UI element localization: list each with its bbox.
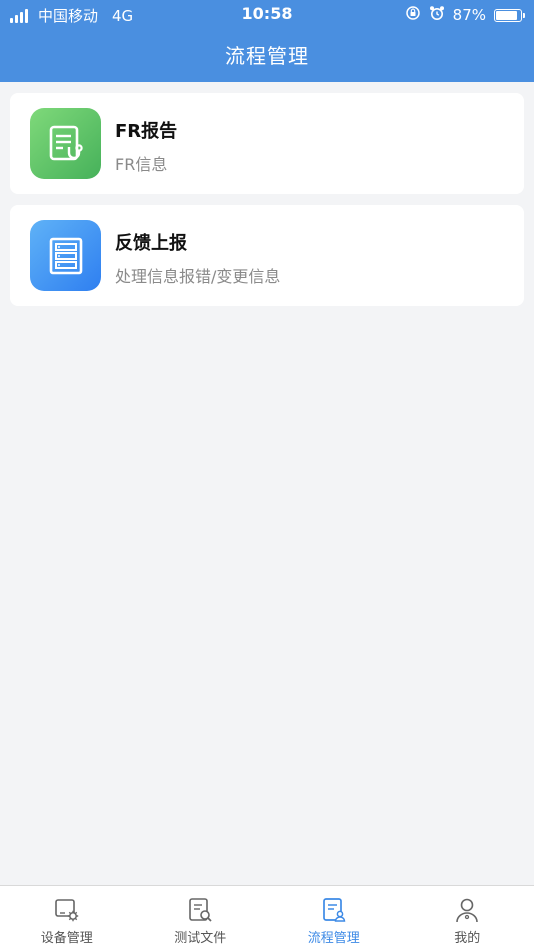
signal-strength-icon <box>10 8 28 23</box>
app-header: 中国移动 4G 10:58 87% 流程管理 <box>0 0 534 82</box>
tab-test-files[interactable]: 测试文件 <box>134 886 268 950</box>
app-screen: 中国移动 4G 10:58 87% 流程管理 FR报告 FR信息 反馈上报 处理… <box>0 0 534 950</box>
battery-level-fill <box>496 10 517 20</box>
network-type: 4G <box>112 6 134 25</box>
battery-percent: 87% <box>452 6 486 24</box>
status-bar: 中国移动 4G 10:58 87% <box>0 0 534 28</box>
user-profile-icon <box>453 896 481 924</box>
status-bar-left: 中国移动 4G <box>10 5 133 26</box>
tab-workflow-management[interactable]: 流程管理 <box>267 886 401 950</box>
orientation-lock-icon <box>405 5 421 25</box>
card-title: 反馈上报 <box>115 233 187 254</box>
tab-mine[interactable]: 我的 <box>401 886 534 950</box>
page-title: 流程管理 <box>225 44 309 68</box>
device-settings-icon <box>53 896 81 924</box>
report-stethoscope-icon <box>30 108 101 179</box>
bottom-tab-bar: 设备管理 测试文件 流程管理 我的 <box>0 885 534 950</box>
workflow-document-icon <box>320 896 348 924</box>
status-bar-right: 87% <box>405 5 525 25</box>
card-title: FR报告 <box>115 121 178 142</box>
card-subtitle: FR信息 <box>115 155 168 174</box>
tab-label: 设备管理 <box>40 931 93 946</box>
tab-label: 测试文件 <box>174 931 227 946</box>
alarm-clock-icon <box>429 5 445 25</box>
server-rack-icon <box>30 220 101 291</box>
tab-device-management[interactable]: 设备管理 <box>0 886 134 950</box>
tab-label: 我的 <box>454 931 481 946</box>
battery-icon <box>494 8 525 22</box>
fr-report-card[interactable]: FR报告 FR信息 <box>10 93 524 194</box>
carrier-name: 中国移动 <box>38 7 99 25</box>
feedback-report-card[interactable]: 反馈上报 处理信息报错/变更信息 <box>10 205 524 306</box>
file-search-icon <box>186 896 214 924</box>
card-subtitle: 处理信息报错/变更信息 <box>115 267 281 286</box>
tab-label: 流程管理 <box>307 931 360 946</box>
